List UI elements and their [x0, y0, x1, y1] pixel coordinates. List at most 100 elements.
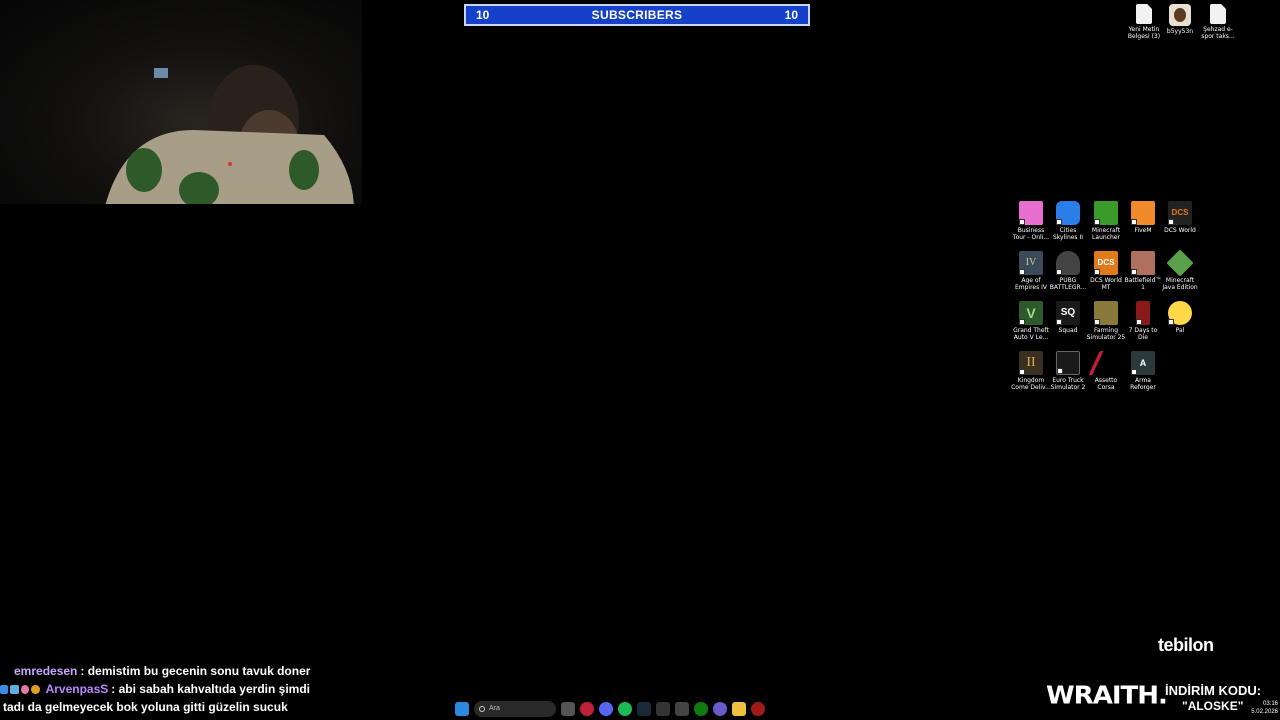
subscriber-title: SUBSCRIBERS — [591, 8, 683, 22]
desktop-icon-label: Minecraft Launcher — [1091, 227, 1121, 241]
text-file-icon — [1136, 4, 1152, 24]
webcam-feed — [0, 0, 362, 204]
tebilon-logo: tebilon — [1158, 635, 1214, 655]
gta-v-icon: V — [1019, 301, 1043, 325]
desktop-icon-label: DCS World — [1164, 227, 1196, 234]
desktop-icon-label: Business Tour - Onli... — [1012, 227, 1050, 241]
7-days-to-die-icon — [1136, 301, 1150, 325]
desktop-icon-fivem[interactable]: FiveM — [1123, 201, 1163, 234]
desktop-file-sehzad[interactable]: Şehzad e-spor taks... — [1198, 4, 1238, 40]
minecraft-creeper-icon — [1094, 201, 1118, 225]
search-placeholder: Ara — [489, 705, 500, 712]
chat-text: : demistim bu gecenin sonu tavuk doner — [80, 664, 311, 678]
business-tour-icon — [1019, 201, 1043, 225]
desktop-icon-cities-skylines[interactable]: Cities Skylines II — [1048, 201, 1088, 241]
spotify-icon[interactable] — [618, 701, 632, 716]
taskbar: Ara — [314, 697, 964, 720]
desktop-icon-farming-simulator[interactable]: Farming Simulator 25 — [1086, 301, 1126, 341]
clock-time: 03:16 — [1262, 701, 1278, 707]
desktop-icon-business-tour[interactable]: Business Tour - Onli... — [1011, 201, 1051, 241]
desktop-icon-label: Assetto Corsa — [1094, 377, 1118, 391]
xbox-icon[interactable] — [694, 701, 708, 716]
desktop-icon-pubg[interactable]: PUBG BATTLEGR... — [1048, 251, 1088, 291]
desktop-icon-label: FiveM — [1134, 227, 1152, 234]
discord-icon[interactable] — [599, 701, 613, 716]
desktop-icon-kingdom-come[interactable]: II Kingdom Come Deliv... — [1011, 351, 1051, 391]
desktop-icon-minecraft-launcher[interactable]: Minecraft Launcher — [1086, 201, 1126, 241]
chat-overlay: emredesen : demistim bu gecenin sonu tav… — [0, 662, 310, 716]
desktop-icon-label: Cities Skylines II — [1052, 227, 1084, 241]
desktop-icon-label: Kingdom Come Deliv... — [1011, 377, 1051, 391]
desktop-icon-label: Minecraft Java Edition — [1162, 277, 1198, 291]
fivem-icon — [1131, 201, 1155, 225]
desktop-icon-label: Battlefield™ 1 — [1124, 277, 1162, 291]
desktop-icon-label: Farming Simulator 25 — [1086, 327, 1126, 341]
task-view-icon[interactable] — [561, 701, 575, 716]
dcs-world-icon: DCS — [1168, 201, 1192, 225]
cities-skylines-icon — [1056, 201, 1080, 225]
kingdom-come-icon: II — [1019, 351, 1043, 375]
desktop-icon-battlefield-1[interactable]: Battlefield™ 1 — [1123, 251, 1163, 291]
steam-icon[interactable] — [637, 701, 651, 716]
desktop-icon-label: DCS World MT — [1090, 277, 1122, 291]
copilot-icon[interactable] — [713, 701, 727, 716]
desktop-icon-label: Squad — [1058, 327, 1078, 334]
chat-text-continuation: tadı da gelmeyecek bok yoluna gitti güze… — [3, 700, 288, 714]
pal-icon — [1168, 301, 1192, 325]
file-explorer-icon[interactable] — [732, 701, 746, 716]
desktop-icon-dcs-world-mt[interactable]: DCS DCS World MT — [1086, 251, 1126, 291]
badge-icon — [31, 684, 40, 694]
desktop-icon-label: Pal — [1175, 327, 1185, 334]
subscriber-counter: 10 SUBSCRIBERS 10 — [464, 4, 810, 26]
portrait-image-icon — [1169, 4, 1191, 26]
desktop-icon-assetto-corsa[interactable]: Assetto Corsa — [1086, 351, 1126, 391]
capcut-icon[interactable] — [675, 701, 689, 716]
windows-start-icon[interactable] — [455, 701, 469, 716]
desktop-icon-pal[interactable]: Pal — [1160, 301, 1200, 334]
desktop-icon-squad[interactable]: SQ Squad — [1048, 301, 1088, 334]
assetto-corsa-icon — [1088, 351, 1124, 375]
subscriber-left-count: 10 — [476, 8, 490, 22]
euro-truck-icon — [1056, 351, 1080, 375]
desktop-icon-label: PUBG BATTLEGR... — [1049, 277, 1087, 291]
badge-icon — [10, 684, 19, 694]
discount-code: "ALOSKE" — [1182, 699, 1244, 713]
desktop-file-label: Şehzad e-spor taks... — [1201, 26, 1235, 40]
desktop-icon-label: Grand Theft Auto V Le... — [1013, 327, 1049, 341]
desktop-file-label: Yeni Metin Belgesi (3) — [1127, 26, 1161, 40]
opera-gx-icon[interactable] — [580, 701, 594, 716]
farming-simulator-icon — [1094, 301, 1118, 325]
desktop-icon-dcs-world[interactable]: DCS DCS World — [1160, 201, 1200, 234]
epic-games-icon[interactable] — [656, 701, 670, 716]
desktop-file-yeni-metin[interactable]: Yeni Metin Belgesi (3) — [1124, 4, 1164, 40]
chat-message: ArvenpasS : abi sabah kahvaltıda yerdin … — [0, 680, 310, 698]
desktop-icon-minecraft-java[interactable]: Minecraft Java Edition — [1160, 249, 1200, 291]
desktop-icon-7-days-to-die[interactable]: 7 Days to Die — [1123, 301, 1163, 341]
search-icon — [479, 705, 485, 712]
chat-message: emredesen : demistim bu gecenin sonu tav… — [0, 662, 310, 680]
desktop-file-b5yy53n[interactable]: b5yy53n — [1160, 4, 1200, 35]
arma-reforger-icon: A — [1131, 351, 1155, 375]
desktop-icon-gta-v[interactable]: V Grand Theft Auto V Le... — [1011, 301, 1051, 341]
desktop-icon-label: Arma Reforger — [1130, 377, 1156, 391]
age-of-empires-icon: IV — [1019, 251, 1043, 275]
discount-label: İNDİRİM KODU: — [1165, 683, 1262, 698]
streamer-silhouette — [105, 65, 354, 204]
dcs-world-mt-icon: DCS — [1094, 251, 1118, 275]
chat-username: ArvenpasS — [45, 682, 109, 696]
clock-date: 5.02.2026 — [1251, 709, 1278, 715]
system-clock[interactable]: 03:16 5.02.2026 — [1250, 700, 1278, 716]
desktop-icon-arma-reforger[interactable]: A Arma Reforger — [1123, 351, 1163, 391]
prime-badge-icon — [0, 684, 9, 694]
chat-username: emredesen — [14, 664, 78, 678]
desktop-icon-label: Euro Truck Simulator 2 — [1050, 377, 1086, 391]
wraith-logo: WRAITH. — [1046, 681, 1168, 711]
desktop-icon-euro-truck[interactable]: Euro Truck Simulator 2 — [1048, 351, 1088, 391]
desktop-file-label: b5yy53n — [1166, 28, 1194, 35]
subscriber-right-count: 10 — [784, 8, 798, 22]
badge-icon — [20, 684, 30, 694]
desktop-icon-age-of-empires[interactable]: IV Age of Empires IV — [1011, 251, 1051, 291]
squad-icon: SQ — [1056, 301, 1080, 325]
obs-icon[interactable] — [751, 701, 765, 716]
taskbar-search[interactable]: Ara — [474, 700, 556, 717]
